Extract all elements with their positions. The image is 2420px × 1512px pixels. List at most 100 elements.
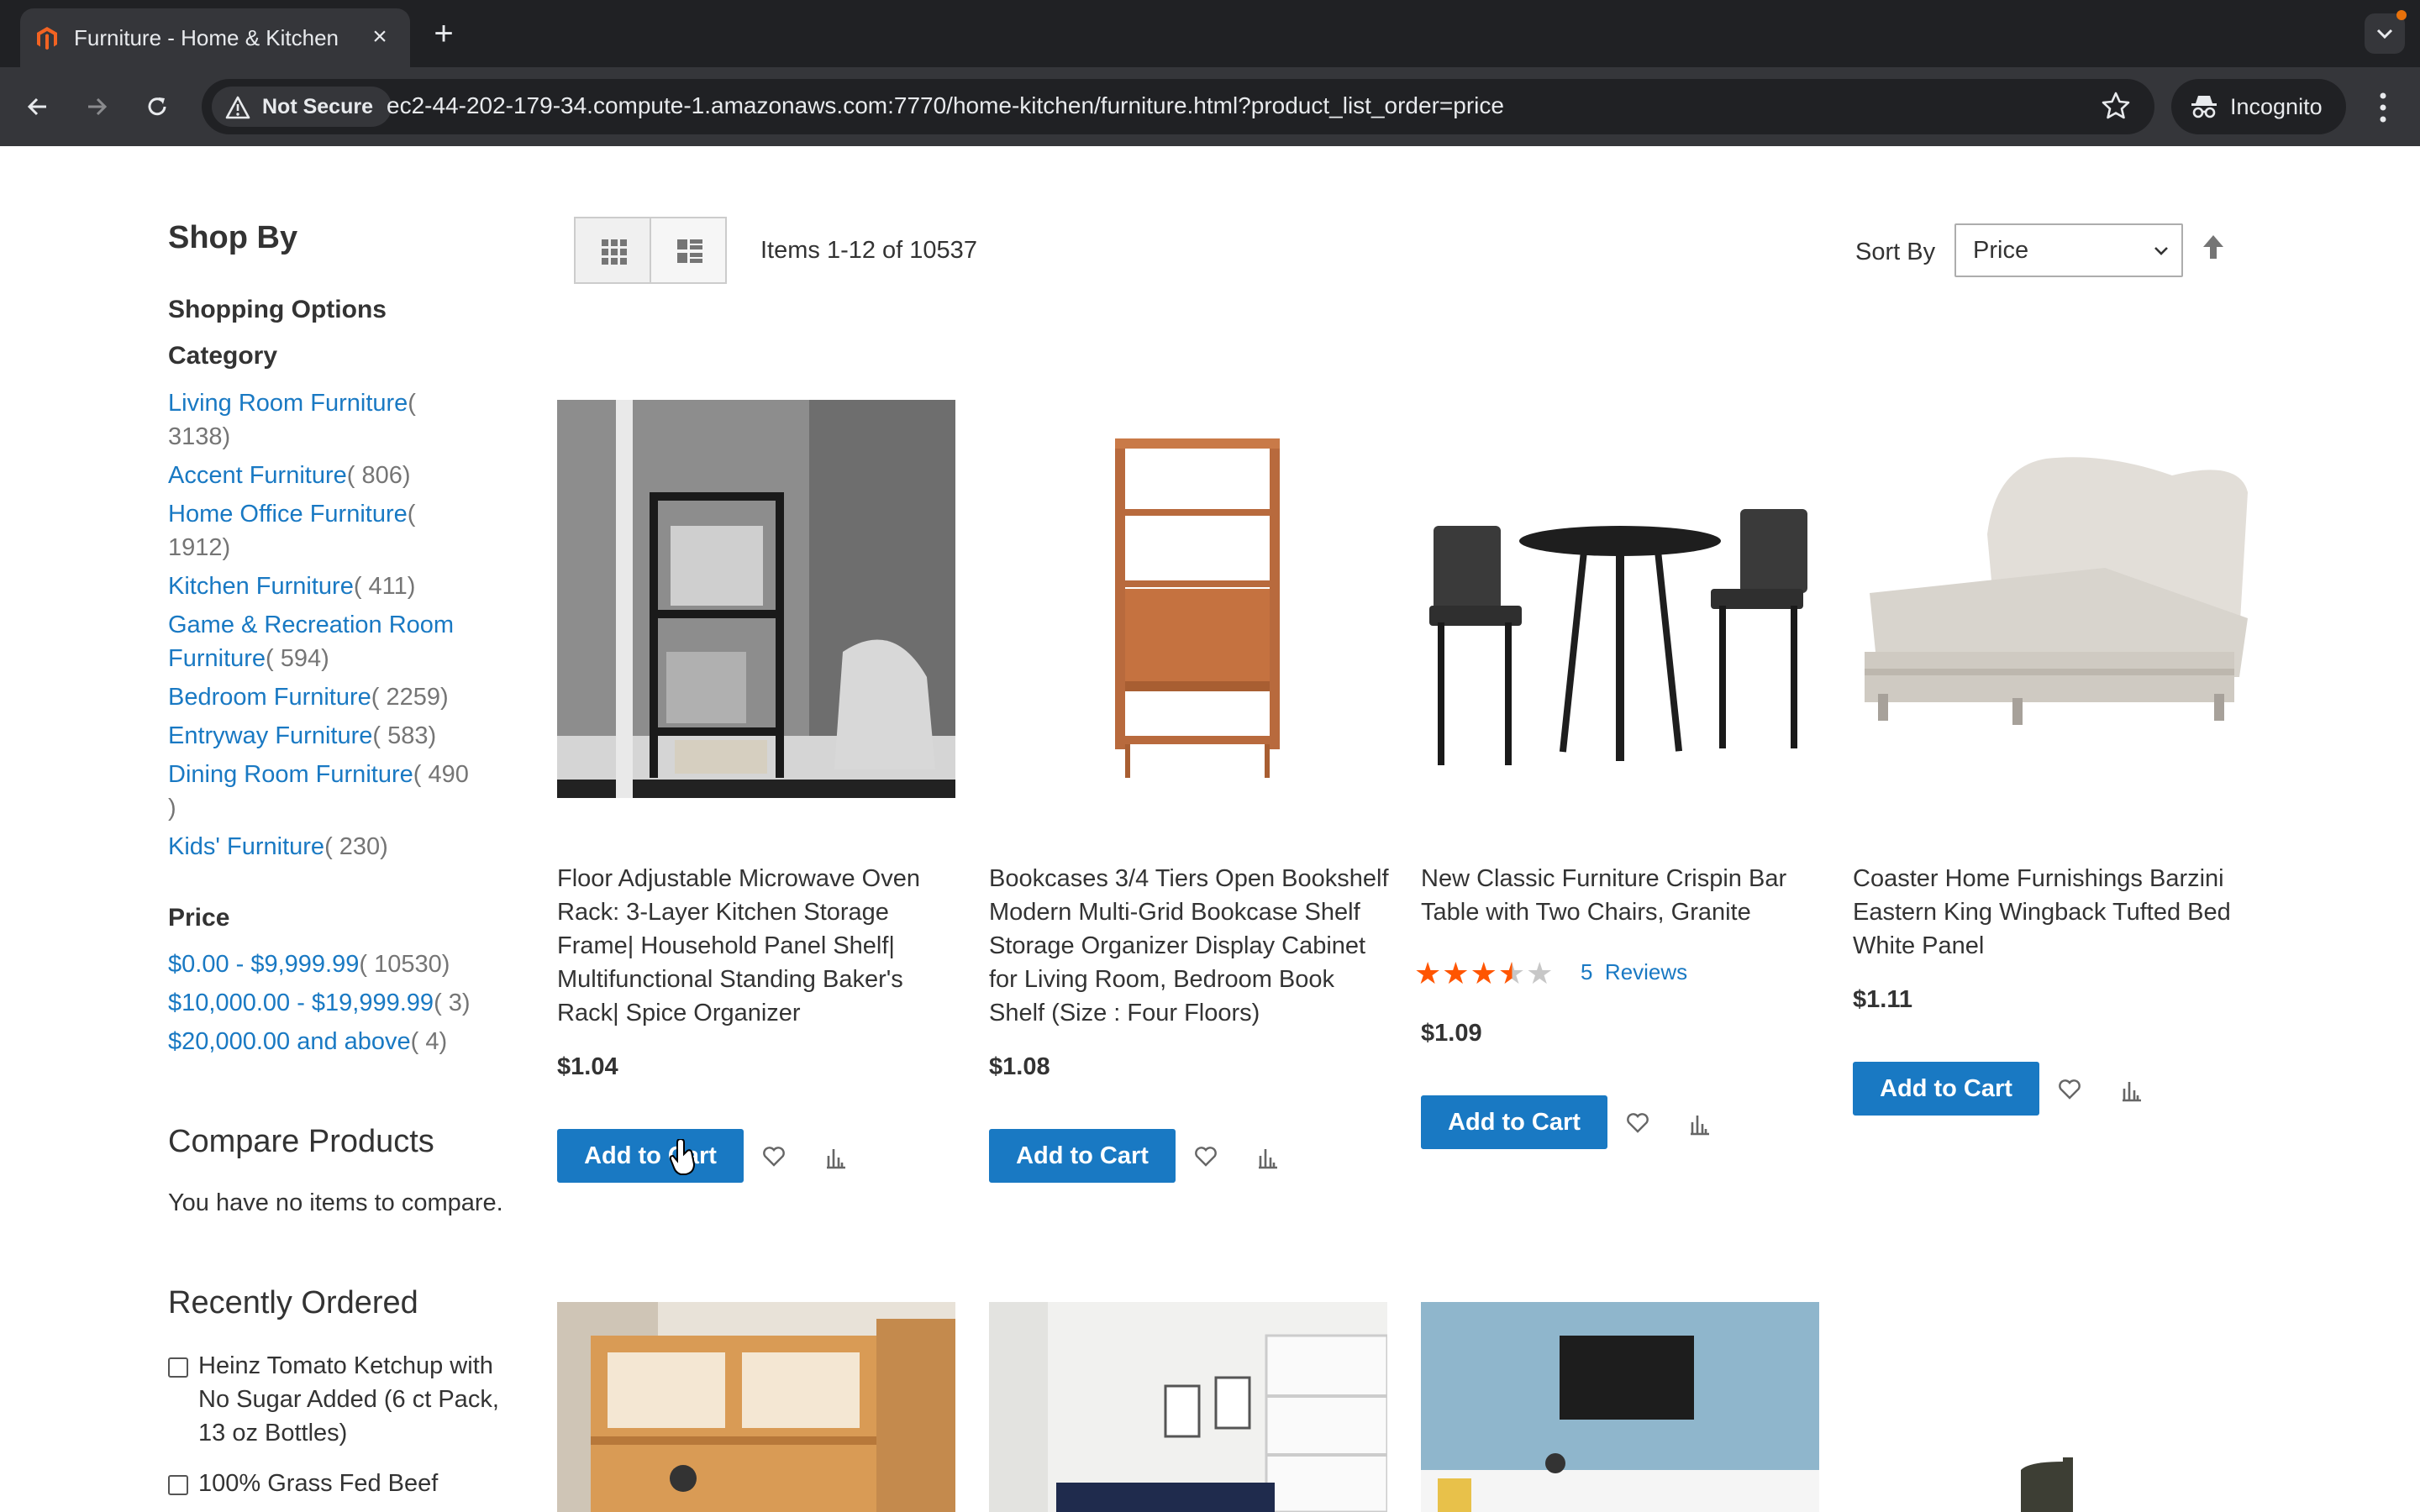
category-count: ( 594) (266, 645, 329, 672)
items-amount: Items 1-12 of 10537 (760, 237, 977, 264)
price-filter-item[interactable]: $10,000.00 - $19,999.99( 3) (168, 986, 487, 1020)
add-to-compare-button[interactable] (1683, 1107, 1717, 1141)
product-name-link[interactable]: Coaster Home Furnishings Barzini Eastern… (1853, 862, 2256, 963)
category-heading: Category (168, 342, 278, 370)
sort-direction-arrow-icon[interactable] (2198, 232, 2228, 265)
add-to-compare-button[interactable] (2115, 1074, 2149, 1107)
url-text[interactable]: ec2-44-202-179-34.compute-1.amazonaws.co… (387, 92, 1504, 119)
product-name-link[interactable]: Bookcases 3/4 Tiers Open Bookshelf Moder… (989, 862, 1392, 1030)
add-to-cart-button[interactable]: Add to Cart (1853, 1062, 2039, 1116)
back-button[interactable] (17, 86, 59, 128)
new-tab-button[interactable]: + (425, 15, 462, 52)
product-image[interactable] (557, 1302, 955, 1512)
tab-search-button[interactable] (2365, 10, 2407, 54)
category-link[interactable]: Game & Recreation Room (168, 612, 454, 638)
category-link[interactable]: Kids' Furniture (168, 833, 324, 860)
category-item-entryway[interactable]: Entryway Furniture( 583) (168, 719, 487, 753)
close-tab-icon[interactable]: × (363, 20, 397, 54)
recent-order-checkbox[interactable] (168, 1357, 188, 1378)
recent-order-checkbox[interactable] (168, 1475, 188, 1495)
category-count: ( 2259) (371, 684, 449, 711)
sort-by-label: Sort By (1855, 239, 1936, 265)
product-card (1421, 1302, 1819, 1512)
price-filter-link[interactable]: $0.00 - $9,999.99 (168, 951, 359, 978)
rating-star-icon: ★ (1497, 956, 1527, 990)
product-image[interactable] (1853, 1302, 2251, 1512)
tv-stand-image (1421, 1302, 1819, 1512)
product-image[interactable] (1853, 400, 2251, 798)
category-item-kitchen[interactable]: Kitchen Furniture( 411) (168, 570, 487, 603)
product-card: Bookcases 3/4 Tiers Open Bookshelf Moder… (989, 400, 1389, 1189)
category-count: 1912) (168, 534, 231, 561)
category-item-living-room[interactable]: Living Room Furniture( 3138) (168, 386, 487, 454)
category-item-kids[interactable]: Kids' Furniture( 230) (168, 830, 487, 864)
more-menu-icon[interactable] (2366, 87, 2400, 128)
product-price: $1.09 (1421, 1020, 1482, 1047)
forward-button[interactable] (76, 86, 118, 128)
add-to-compare-button[interactable] (819, 1141, 853, 1174)
add-to-cart-button[interactable]: Add to Cart (1421, 1095, 1607, 1149)
compare-bars-icon (827, 1149, 845, 1169)
product-card (1853, 1302, 2251, 1512)
category-item-bedroom[interactable]: Bedroom Furniture( 2259) (168, 680, 487, 714)
add-to-wishlist-button[interactable] (2053, 1074, 2086, 1107)
category-item-dining-room[interactable]: Dining Room Furniture( 490 ) (168, 758, 487, 825)
price-filter-count: ( 10530) (359, 951, 450, 978)
accent-chair-image (1853, 1302, 2251, 1512)
category-item-home-office[interactable]: Home Office Furniture( 1912) (168, 497, 487, 564)
heart-icon (1627, 1113, 1649, 1133)
product-image[interactable] (989, 400, 1387, 798)
compare-products-title: Compare Products (168, 1124, 434, 1159)
security-indicator[interactable]: Not Secure (212, 87, 392, 127)
recent-order-item[interactable]: Heinz Tomato Ketchup with No Sugar Added… (168, 1349, 521, 1450)
category-link[interactable]: Kitchen Furniture (168, 573, 354, 600)
category-link[interactable]: Home Office Furniture (168, 501, 408, 528)
category-link[interactable]: Accent Furniture (168, 462, 347, 489)
product-name-link[interactable]: New Classic Furniture Crispin Bar Table … (1421, 862, 1824, 929)
product-name-link[interactable]: Floor Adjustable Microwave Oven Rack: 3-… (557, 862, 960, 1030)
list-view-button[interactable] (650, 217, 727, 284)
product-card: New Classic Furniture Crispin Bar Table … (1414, 400, 1819, 1156)
grid-view-button[interactable] (574, 217, 651, 284)
product-card: Floor Adjustable Microwave Oven Rack: 3-… (557, 400, 955, 1189)
product-card: Coaster Home Furnishings Barzini Eastern… (1853, 400, 2251, 1122)
add-to-cart-button[interactable]: Add to Cart (989, 1129, 1176, 1183)
product-image[interactable] (557, 400, 955, 798)
sort-by-select[interactable]: Price (1954, 223, 2183, 277)
add-to-wishlist-button[interactable] (1189, 1141, 1223, 1174)
security-label: Not Secure (262, 95, 373, 118)
category-link[interactable]: Entryway Furniture (168, 722, 372, 749)
browser-tab-bar: Furniture - Home & Kitchen × + (0, 0, 2420, 67)
recent-order-item[interactable]: 100% Grass Fed Beef (168, 1467, 521, 1500)
category-count: ( (408, 390, 416, 417)
add-to-compare-button[interactable] (1251, 1141, 1285, 1174)
incognito-indicator[interactable]: Incognito (2171, 79, 2346, 134)
product-image[interactable] (1421, 1302, 1819, 1512)
recent-order-label: 100% Grass Fed Beef (198, 1470, 439, 1497)
product-image[interactable] (1421, 400, 1819, 798)
price-filter-link[interactable]: $10,000.00 - $19,999.99 (168, 990, 434, 1016)
category-link[interactable]: Living Room Furniture (168, 390, 408, 417)
bookmark-star-icon[interactable] (2101, 91, 2131, 121)
price-filter-link[interactable]: $20,000.00 and above (168, 1028, 411, 1055)
reviews-link[interactable]: 5 Reviews (1581, 959, 1687, 985)
add-to-wishlist-button[interactable] (757, 1141, 791, 1174)
product-image[interactable] (989, 1302, 1387, 1512)
price-filter-item[interactable]: $0.00 - $9,999.99( 10530) (168, 948, 487, 981)
mouse-pointer-icon (669, 1139, 696, 1175)
reload-button[interactable] (136, 86, 178, 128)
warning-icon (225, 96, 250, 119)
shop-by-title: Shop By (168, 220, 298, 255)
category-link[interactable]: Bedroom Furniture (168, 684, 371, 711)
browser-tab[interactable]: Furniture - Home & Kitchen × (20, 8, 410, 67)
category-item-game-recreation[interactable]: Game & Recreation Room Furniture( 594) (168, 608, 487, 675)
category-count: ( 411) (353, 573, 416, 600)
category-count: 3138) (168, 423, 231, 450)
add-to-wishlist-button[interactable] (1621, 1107, 1655, 1141)
address-bar[interactable]: Not Secure ec2-44-202-179-34.compute-1.a… (202, 79, 2154, 134)
category-item-accent[interactable]: Accent Furniture( 806) (168, 459, 487, 492)
add-to-cart-button[interactable]: Add to Cart (557, 1129, 744, 1183)
price-filter-item[interactable]: $20,000.00 and above( 4) (168, 1025, 487, 1058)
category-link[interactable]: Dining Room Furniture (168, 761, 413, 788)
category-link[interactable]: Furniture (168, 645, 266, 672)
